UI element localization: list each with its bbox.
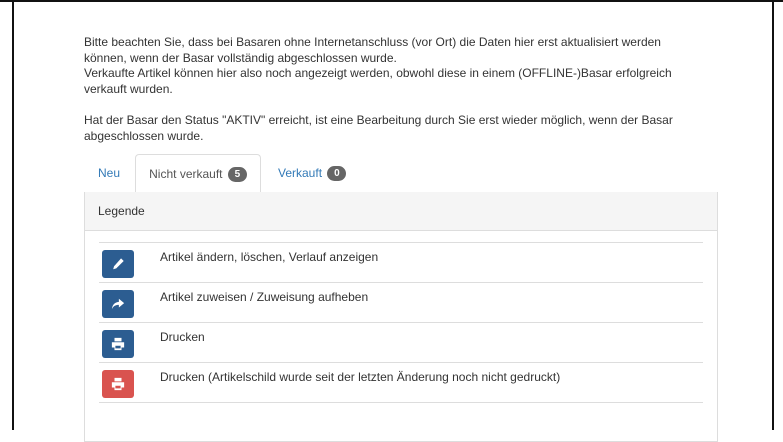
pencil-icon: [113, 258, 124, 270]
tab-new[interactable]: Neu: [98, 154, 120, 192]
legend-item: Artikel ändern, löschen, Verlauf anzeige…: [99, 243, 703, 283]
legend-item: Drucken: [99, 323, 703, 363]
legend-list: Artikel ändern, löschen, Verlauf anzeige…: [99, 242, 703, 403]
notice-line: verkauft wurden.: [84, 81, 173, 96]
tab-sold[interactable]: Verkauft 0: [278, 154, 347, 192]
tab-not-sold-label: Nicht verkauft: [149, 167, 223, 181]
count-badge: 5: [227, 167, 247, 183]
window-border-left: [12, 0, 14, 430]
print-icon: [111, 377, 125, 391]
tab-sold-label: Verkauft: [278, 166, 323, 180]
legend-heading: Legende: [85, 192, 717, 231]
legend-panel: Legende Artikel ändern, löschen, Verlauf…: [84, 192, 718, 442]
window-border-right: [772, 0, 774, 430]
notice-line: können, wenn der Basar vollständig abges…: [84, 50, 397, 65]
notice-line: Bitte beachten Sie, dass bei Basaren ohn…: [84, 35, 661, 49]
count-badge: 0: [327, 166, 347, 182]
legend-item: Drucken (Artikelschild wurde seit der le…: [99, 363, 703, 403]
share-icon: [111, 298, 125, 310]
assign-button[interactable]: [102, 290, 134, 318]
tab-new-label: Neu: [98, 166, 121, 180]
notice-line: Verkaufte Artikel können hier also noch …: [84, 66, 672, 80]
legend-item-label: Artikel zuweisen / Zuweisung aufheben: [160, 290, 369, 304]
legend-item-label: Drucken: [160, 330, 205, 344]
print-pending-button[interactable]: [102, 370, 134, 398]
legend-item-label: Drucken (Artikelschild wurde seit der le…: [160, 370, 561, 384]
legend-item: Artikel zuweisen / Zuweisung aufheben: [99, 283, 703, 323]
window-border-top: [0, 0, 783, 2]
article-tabs: Neu Nicht verkauft 5 Verkauft 0: [84, 154, 718, 193]
tab-not-sold[interactable]: Nicht verkauft 5: [135, 154, 261, 193]
notice-line: Hat der Basar den Status "AKTIV" erreich…: [84, 113, 673, 127]
print-button[interactable]: [102, 330, 134, 358]
info-notice: Bitte beachten Sie, dass bei Basaren ohn…: [84, 35, 714, 144]
edit-button[interactable]: [102, 250, 134, 278]
notice-line: abgeschlossen wurde.: [84, 128, 204, 143]
legend-item-label: Artikel ändern, löschen, Verlauf anzeige…: [160, 250, 379, 264]
print-icon: [111, 337, 125, 351]
